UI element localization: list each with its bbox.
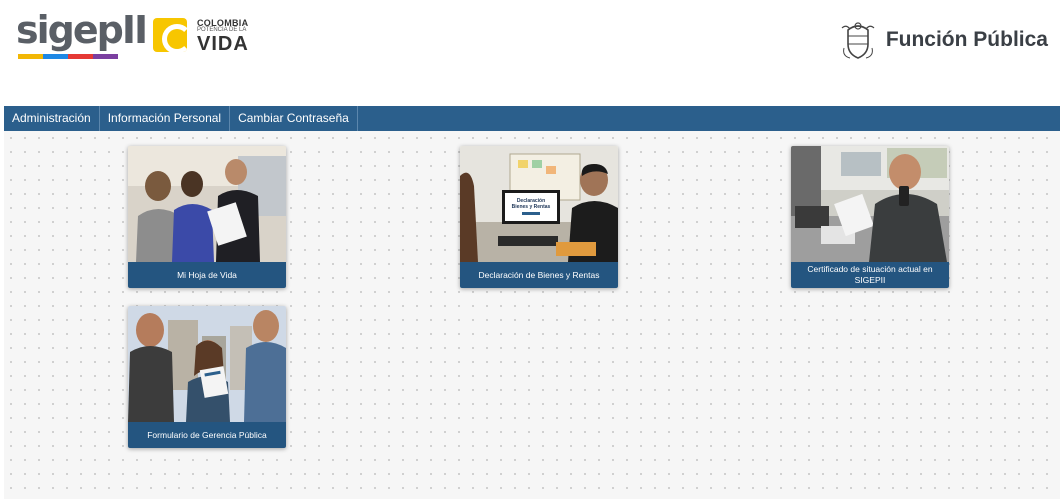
page-header: sigepII COLOMBIA POTENCIA DE LA VIDA Fun… — [0, 0, 1060, 98]
three-people-with-sign-photo — [128, 306, 286, 422]
funcion-publica-logo: Función Pública — [840, 18, 1048, 62]
colombia-mark-icon — [153, 18, 187, 52]
sigep-logo[interactable]: sigepII — [16, 8, 148, 60]
person-at-computer-photo: Declaración Bienes y Rentas — [460, 146, 618, 262]
card-mi-hoja-de-vida[interactable]: Mi Hoja de Vida — [128, 146, 286, 288]
funcion-publica-text: Función Pública — [885, 28, 1048, 51]
card-certificado-situacion-actual[interactable]: Certificado de situación actual en SIGEP… — [791, 146, 949, 288]
card-declaracion-bienes-rentas[interactable]: Declaración Bienes y Rentas Declaración … — [460, 146, 618, 288]
sigep-logo-stripes — [18, 54, 118, 59]
card-label: Formulario de Gerencia Pública — [128, 422, 286, 448]
coat-of-arms-icon — [841, 22, 875, 59]
main-content: Mi Hoja de Vida Declaración Bienes y Ren… — [4, 131, 1060, 499]
card-label: Declaración de Bienes y Rentas — [460, 262, 618, 288]
nav-item-cambiar-contrasena[interactable]: Cambiar Contraseña — [230, 106, 358, 131]
nav-item-administracion[interactable]: Administración — [4, 106, 100, 131]
people-reviewing-document-photo — [128, 146, 286, 262]
card-label: Certificado de situación actual en SIGEP… — [791, 262, 949, 288]
svg-text:Bienes y Rentas: Bienes y Rentas — [512, 204, 551, 210]
nav-item-informacion-personal[interactable]: Información Personal — [100, 106, 231, 131]
card-formulario-gerencia-publica[interactable]: Formulario de Gerencia Pública — [128, 306, 286, 448]
card-label: Mi Hoja de Vida — [128, 262, 286, 288]
main-nav: Administración Información Personal Camb… — [4, 106, 1060, 131]
man-on-phone-photo — [791, 146, 949, 262]
colombia-potencia-logo: COLOMBIA POTENCIA DE LA VIDA — [153, 16, 263, 56]
sigep-logo-text: sigepII — [16, 8, 148, 52]
colombia-logo-line3: VIDA — [197, 33, 249, 55]
